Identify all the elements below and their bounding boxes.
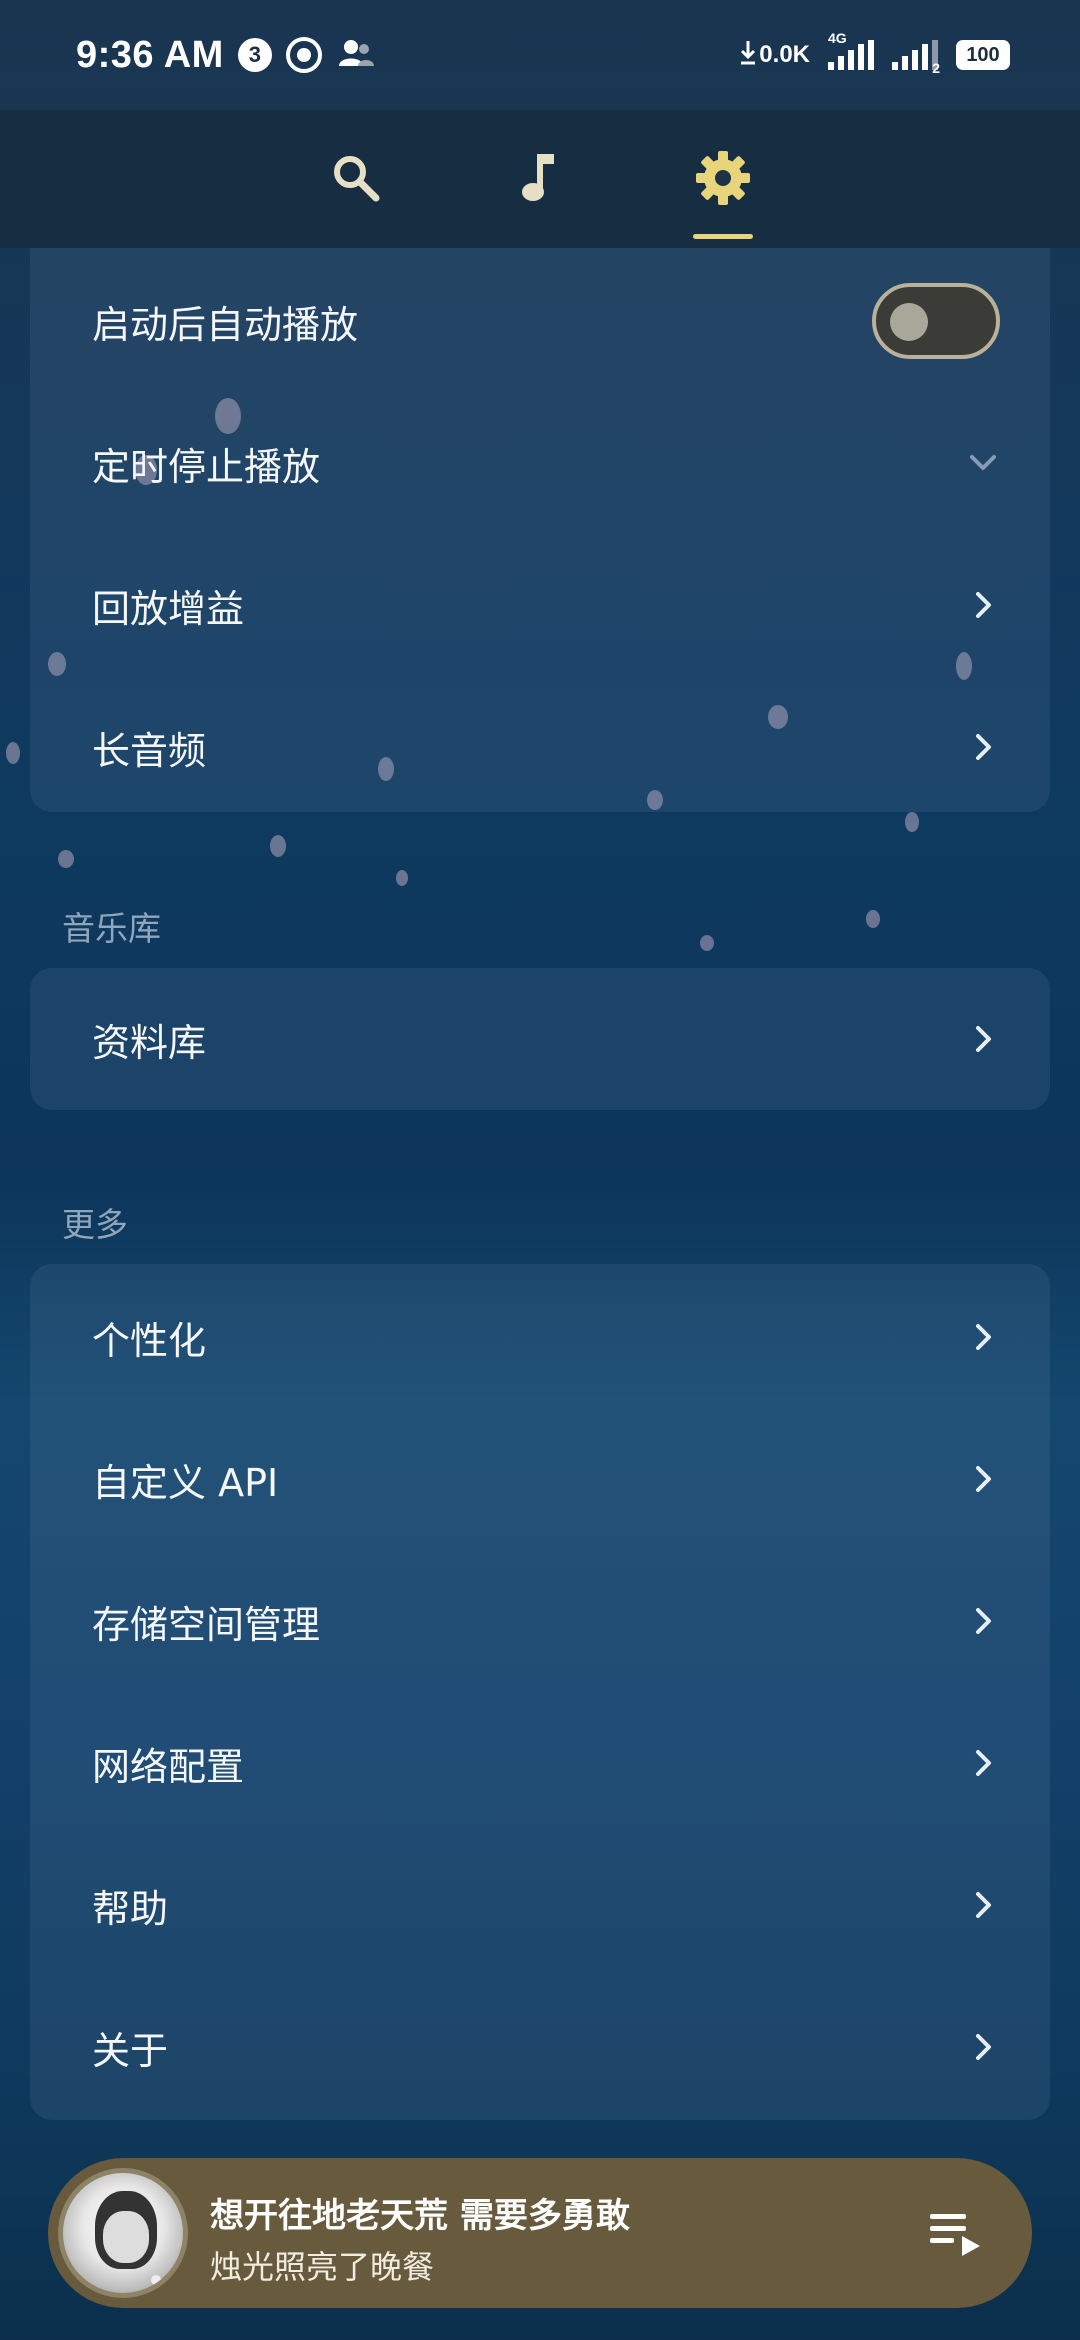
setting-personalization[interactable]: 个性化 [30, 1266, 1050, 1408]
mini-player[interactable]: 想开往地老天荒 需要多勇敢 烛光照亮了晚餐 [48, 2158, 1032, 2308]
album-art-dot [151, 2275, 161, 2285]
setting-library[interactable]: 资料库 [30, 968, 1050, 1110]
toggle-knob [890, 303, 928, 341]
setting-label: 存储空间管理 [92, 1602, 321, 1647]
setting-label: 资料库 [92, 1020, 207, 1065]
song-lyric: 烛光照亮了晚餐 [210, 2248, 435, 2286]
setting-custom-api[interactable]: 自定义 API [30, 1408, 1050, 1550]
record-icon [285, 37, 322, 73]
cellular-signal-2-icon: 2 [892, 40, 940, 76]
section-title-more: 更多 [62, 1205, 128, 1244]
setting-replay-gain[interactable]: 回放增益 [30, 534, 1050, 676]
setting-about[interactable]: 关于 [30, 1976, 1050, 2118]
queue-music-icon [928, 2214, 984, 2262]
more-card: 个性化 自定义 API 存储空间管理 网络配置 帮助 关于 [30, 1264, 1050, 2120]
setting-auto-play[interactable]: 启动后自动播放 [30, 250, 1050, 392]
chevron-right-icon [966, 1022, 1000, 1056]
song-title: 想开往地老天荒 需要多勇敢 [210, 2196, 630, 2236]
status-time: 9:36 AM [76, 33, 224, 76]
chevron-right-icon [966, 2030, 1000, 2064]
section-title-library: 音乐库 [62, 909, 161, 948]
search-icon [330, 152, 382, 208]
playback-settings-card: 启动后自动播放 定时停止播放 回放增益 长音频 [30, 248, 1050, 812]
library-card: 资料库 [30, 968, 1050, 1110]
chevron-right-icon [966, 588, 1000, 622]
tab-music[interactable] [500, 140, 580, 220]
album-art-face [103, 2211, 149, 2263]
setting-sleep-timer[interactable]: 定时停止播放 [30, 392, 1050, 534]
setting-long-audio[interactable]: 长音频 [30, 676, 1050, 818]
queue-button[interactable] [928, 2208, 984, 2258]
download-arrow-icon [740, 39, 756, 72]
tab-settings[interactable] [683, 140, 763, 220]
setting-label: 帮助 [92, 1886, 169, 1931]
setting-label: 长音频 [92, 728, 207, 773]
chevron-right-icon [966, 1320, 1000, 1354]
setting-label: 回放增益 [92, 586, 245, 631]
setting-label: 网络配置 [92, 1744, 245, 1789]
chevron-right-icon [966, 1746, 1000, 1780]
active-tab-indicator [693, 234, 753, 239]
setting-storage-management[interactable]: 存储空间管理 [30, 1550, 1050, 1692]
chevron-right-icon [966, 1462, 1000, 1496]
chevron-right-icon [966, 1888, 1000, 1922]
chevron-right-icon [966, 730, 1000, 764]
notification-count-badge: 3 [237, 38, 272, 72]
battery-icon: 100 [956, 40, 1010, 70]
album-cover[interactable] [58, 2168, 188, 2298]
top-navigation-tabs [0, 110, 1080, 248]
setting-label: 关于 [92, 2028, 169, 2073]
chevron-right-icon [966, 1604, 1000, 1638]
chevron-down-icon [966, 446, 1000, 480]
setting-network-config[interactable]: 网络配置 [30, 1692, 1050, 1834]
cellular-signal-1-icon: 4G [828, 30, 874, 70]
setting-label: 启动后自动播放 [92, 302, 359, 347]
setting-label: 个性化 [92, 1318, 207, 1363]
music-note-icon [518, 150, 562, 210]
auto-play-toggle[interactable] [872, 283, 1000, 359]
setting-label: 自定义 API [92, 1460, 279, 1505]
gear-icon [694, 149, 752, 211]
setting-help[interactable]: 帮助 [30, 1834, 1050, 1976]
tab-search[interactable] [316, 140, 396, 220]
contacts-icon [336, 36, 376, 75]
setting-label: 定时停止播放 [92, 444, 321, 489]
status-bar: 9:36 AM 3 0.0K 4G 2 100 [0, 0, 1080, 110]
download-speed: 0.0K [740, 39, 810, 72]
